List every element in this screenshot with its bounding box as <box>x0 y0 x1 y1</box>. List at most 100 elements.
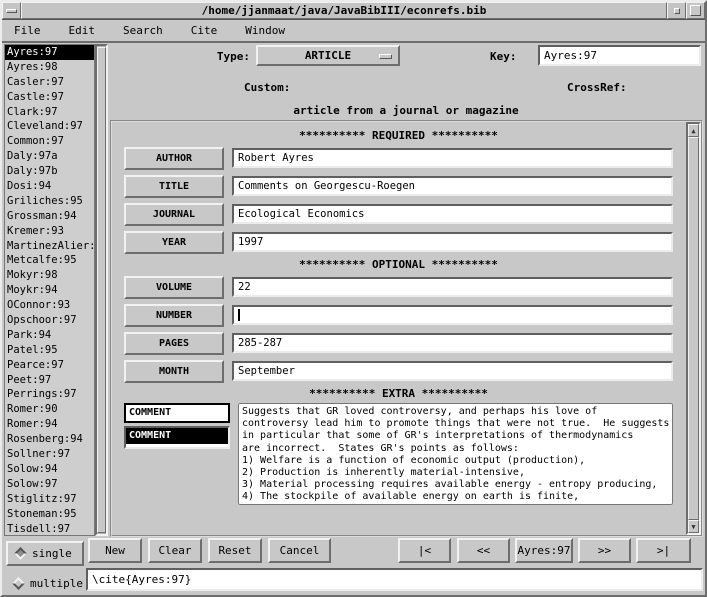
reference-list-item[interactable]: OConnor:93 <box>5 298 94 313</box>
month-field[interactable] <box>232 361 673 381</box>
reference-list-item[interactable]: Stoneman:95 <box>5 507 94 522</box>
reference-list-item[interactable]: Griliches:95 <box>5 194 94 209</box>
reference-list-item[interactable]: Metcalfe:95 <box>5 253 94 268</box>
reference-list-item[interactable]: Solow:97 <box>5 477 94 492</box>
key-field[interactable] <box>538 45 701 66</box>
number-field[interactable] <box>232 305 673 325</box>
reference-list-item[interactable]: Rosenberg:94 <box>5 432 94 447</box>
nav-next-button[interactable]: >> <box>578 538 631 563</box>
radio-diamond-icon <box>12 577 25 590</box>
number-row: NUMBER <box>124 303 673 327</box>
extra-field-list-item[interactable]: COMMENT <box>126 428 228 444</box>
new-button[interactable]: New <box>88 538 142 563</box>
nav-first-button[interactable]: |< <box>398 538 451 563</box>
extra-section-header: ********** EXTRA ********** <box>116 387 681 400</box>
reference-list-item[interactable]: Peet:97 <box>5 373 94 388</box>
maximize-icon <box>690 5 701 16</box>
scroll-down-icon[interactable]: ▼ <box>688 520 699 533</box>
reference-list-scrollbar[interactable] <box>95 44 108 536</box>
cancel-button[interactable]: Cancel <box>268 538 331 563</box>
nav-prev-button[interactable]: << <box>457 538 510 563</box>
reference-list-item[interactable]: Perrings:97 <box>5 387 94 402</box>
custom-label: Custom: <box>244 81 290 94</box>
author-field[interactable] <box>232 148 673 168</box>
clear-button[interactable]: Clear <box>148 538 202 563</box>
reference-list-item[interactable]: Romer:94 <box>5 417 94 432</box>
multiple-mode-toggle[interactable]: multiple <box>6 571 84 596</box>
nav-current-button[interactable]: Ayres:97 <box>515 538 573 563</box>
titlebar: /home/jjanmaat/java/JavaBibIII/econrefs.… <box>2 2 705 20</box>
reference-list-item[interactable]: Casler:97 <box>5 75 94 90</box>
option-menu-indicator-icon <box>379 54 392 59</box>
reference-list-item[interactable]: Daly:97b <box>5 164 94 179</box>
reference-list-item[interactable]: Grossman:94 <box>5 209 94 224</box>
reference-list-item[interactable]: Park:94 <box>5 328 94 343</box>
reference-list-item[interactable]: Clark:97 <box>5 105 94 120</box>
year-field[interactable] <box>232 232 673 252</box>
comment-textarea[interactable]: Suggests that GR loved controversy, and … <box>238 403 673 505</box>
maximize-button[interactable] <box>686 2 705 19</box>
year-row: YEAR <box>124 230 673 254</box>
volume-label: VOLUME <box>124 276 224 299</box>
reset-button[interactable]: Reset <box>208 538 262 563</box>
single-mode-toggle[interactable]: single <box>6 541 84 566</box>
reference-list-item[interactable]: Mokyr:98 <box>5 268 94 283</box>
extra-field-list[interactable]: COMMENT <box>124 426 230 449</box>
scrollbar-thumb[interactable] <box>688 137 699 520</box>
entry-type-menu[interactable]: ARTICLE <box>256 45 400 66</box>
menu-edit[interactable]: Edit <box>67 20 98 41</box>
reference-list-item[interactable]: MartinezAlier:9 <box>5 239 94 254</box>
optional-section-header: ********** OPTIONAL ********** <box>116 258 681 271</box>
nav-last-button[interactable]: >| <box>636 538 691 563</box>
reference-list-item[interactable]: Cleveland:97 <box>5 119 94 134</box>
reference-list-item[interactable]: Moykr:94 <box>5 283 94 298</box>
pages-field[interactable] <box>232 333 673 353</box>
reference-list-item[interactable]: Solow:94 <box>5 462 94 477</box>
reference-list-item[interactable]: Romer:90 <box>5 402 94 417</box>
extra-field-selector[interactable]: COMMENT <box>124 403 230 423</box>
title-label: TITLE <box>124 175 224 198</box>
reference-list-item[interactable]: Patel:95 <box>5 343 94 358</box>
journal-row: JOURNAL <box>124 202 673 226</box>
reference-list-item[interactable]: Kremer:93 <box>5 224 94 239</box>
menu-window[interactable]: Window <box>243 20 287 41</box>
menu-search[interactable]: Search <box>121 20 165 41</box>
reference-list-item[interactable]: Sollner:97 <box>5 447 94 462</box>
menu-cite[interactable]: Cite <box>189 20 220 41</box>
form-scrollbar[interactable]: ▲ ▼ <box>686 122 701 535</box>
scrollbar-thumb[interactable] <box>97 47 106 533</box>
author-label: AUTHOR <box>124 147 224 170</box>
reference-list-item[interactable]: Stiglitz:97 <box>5 492 94 507</box>
type-label: Type: <box>182 50 250 63</box>
reference-list-item[interactable]: Ayres:97 <box>5 45 94 60</box>
entry-form-panel: ▲ ▼ ********** REQUIRED ********** AUTHO… <box>110 120 703 537</box>
volume-field[interactable] <box>232 277 673 297</box>
reference-list-item[interactable]: Ayres:98 <box>5 60 94 75</box>
entry-type-value: ARTICLE <box>305 49 351 62</box>
minimize-icon <box>674 8 680 14</box>
reference-list-item[interactable]: Common:97 <box>5 134 94 149</box>
minimize-button[interactable] <box>667 2 686 19</box>
reference-list-item[interactable]: Dosi:94 <box>5 179 94 194</box>
reference-list-item[interactable]: Daly:97a <box>5 149 94 164</box>
window-menu-button[interactable] <box>2 2 21 19</box>
reference-list-item[interactable]: Tisdell:97 <box>5 522 94 537</box>
crossref-label: CrossRef: <box>567 81 627 94</box>
reference-list-item[interactable]: Castle:97 <box>5 90 94 105</box>
scroll-up-icon[interactable]: ▲ <box>688 124 699 137</box>
menu-file[interactable]: File <box>12 20 43 41</box>
extra-section: COMMENT COMMENT Suggests that GR loved c… <box>124 403 673 505</box>
title-field[interactable] <box>232 176 673 196</box>
text-cursor <box>238 309 240 321</box>
reference-list[interactable]: Ayres:97Ayres:98Casler:97Castle:97Clark:… <box>4 44 95 536</box>
year-label: YEAR <box>124 231 224 254</box>
cite-command-field[interactable] <box>86 568 703 591</box>
reference-list-item[interactable]: Pearce:97 <box>5 358 94 373</box>
number-label: NUMBER <box>124 304 224 327</box>
month-label: MONTH <box>124 360 224 383</box>
menu-bar: File Edit Search Cite Window <box>2 20 705 43</box>
journal-field[interactable] <box>232 204 673 224</box>
multiple-mode-label: multiple <box>30 577 83 590</box>
reference-list-item[interactable]: Opschoor:97 <box>5 313 94 328</box>
extra-field-chooser: COMMENT COMMENT <box>124 403 230 449</box>
